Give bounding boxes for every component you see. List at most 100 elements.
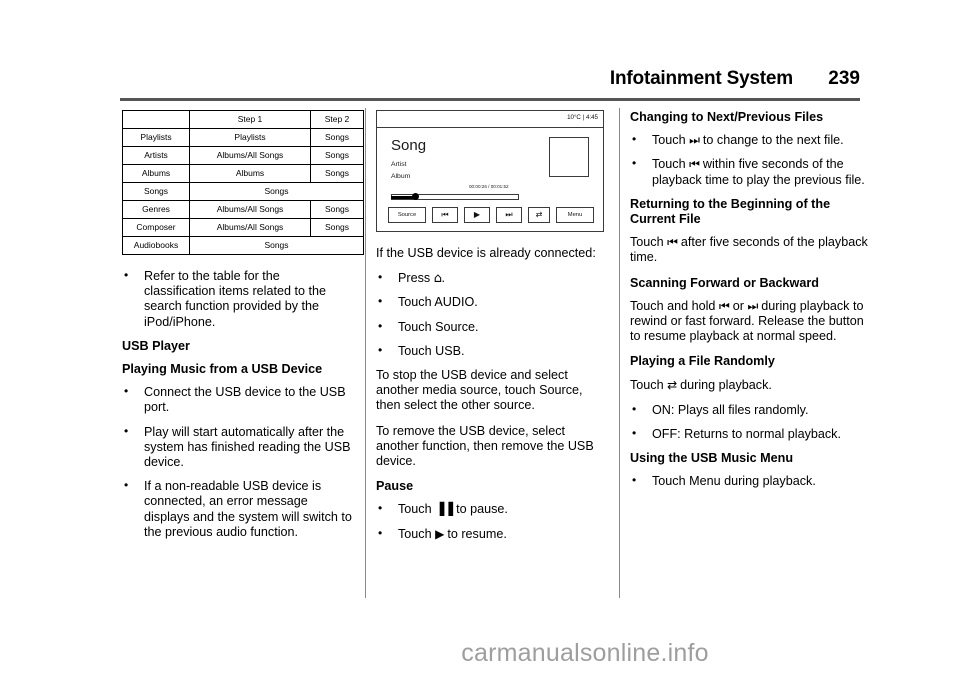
list-item: Touch AUDIO. (376, 294, 608, 310)
list-item: OFF: Returns to normal playback. (630, 426, 875, 442)
table-cell: Songs (310, 218, 364, 237)
table-row: Genres Albums/All Songs Songs (122, 200, 364, 219)
shuffle-icon: ⇄ (535, 210, 543, 219)
list-item-text-post: to pause. (452, 502, 508, 517)
display-button-row: Source ⏮ ▶ ⏭ ⇄ Menu (388, 207, 594, 223)
table-cell: Songs (310, 200, 364, 219)
album-art-placeholder (549, 137, 589, 177)
list-item: Refer to the table for the classificatio… (122, 268, 354, 330)
para-stop-usb: To stop the USB device and select anothe… (376, 368, 583, 413)
heading-changing-files: Changing to Next/Previous Files (630, 110, 824, 124)
display-playback-time: 00:00:26 / 00:01:52 (469, 184, 509, 189)
play-icon: ▶ (435, 526, 444, 541)
usb-playing-bullet-list: Connect the USB device to the USB port. … (122, 384, 354, 540)
table-cell: Songs (189, 182, 364, 201)
list-item: Play will start automatically after the … (122, 424, 354, 471)
next-icon: ⏭ (505, 210, 513, 219)
heading-returning-beginning: Returning to the Beginning of the Curren… (630, 196, 831, 227)
next-icon: ⏭ (689, 133, 700, 148)
list-item: Connect the USB device to the USB port. (122, 384, 354, 415)
column-divider-2 (619, 108, 620, 598)
heading-scanning: Scanning Forward or Backward (630, 275, 819, 290)
playback-progress-knob[interactable] (412, 193, 419, 200)
list-item: Touch ▐▐ to pause. (376, 501, 608, 517)
para-returning-beginning: Touch ⏮ after five seconds of the playba… (630, 235, 875, 265)
previous-icon: ⏮ (689, 157, 700, 172)
list-item: Touch ⏭ to change to the next file. (630, 132, 875, 148)
list-item-text-pre: Touch (398, 502, 436, 517)
random-options-bullet-list: ON: Plays all files randomly. OFF: Retur… (630, 402, 875, 442)
list-item: Touch ▶ to resume. (376, 526, 608, 542)
heading-playing-random: Playing a File Randomly (630, 354, 775, 369)
usb-music-menu-bullet-list: Touch Menu during playback. (630, 473, 875, 489)
list-item: Touch ⏮ within five seconds of the playb… (630, 156, 875, 187)
menu-button[interactable]: Menu (556, 207, 594, 223)
table-cell: Albums/All Songs (189, 146, 311, 165)
list-item-text-pre: Touch (652, 133, 690, 148)
pause-icon: ▐▐ (435, 502, 453, 517)
table-cell (122, 110, 190, 129)
play-icon: ▶ (473, 210, 481, 219)
table-cell: Songs (310, 164, 364, 183)
table-cell: Albums/All Songs (189, 200, 311, 219)
usb-already-connected-intro: If the USB device is already connected: (376, 246, 596, 260)
para-text-mid: or (729, 298, 748, 313)
heading-playing-music-usb: Playing Music from a USB Device (122, 362, 323, 377)
previous-icon: ⏮ (667, 235, 678, 250)
list-item: Press ⌂. (376, 270, 608, 286)
previous-icon: ⏮ (441, 210, 449, 219)
header-rule (120, 98, 860, 101)
table-cell: Songs (122, 182, 190, 201)
previous-button[interactable]: ⏮ (432, 207, 458, 223)
para-text-pre: Touch (630, 377, 668, 392)
table-cell: Genres (122, 200, 190, 219)
footer-watermark: carmanualsonline.info (461, 639, 709, 667)
table-cell: Step 2 (310, 110, 364, 129)
display-song-title: Song (391, 137, 427, 154)
page-title: Infotainment System (609, 68, 793, 89)
table-row: Playlists Playlists Songs (122, 128, 364, 147)
para-remove-usb: To remove the USB device, select another… (376, 423, 594, 469)
usb-connect-steps-list: Press ⌂. Touch AUDIO. Touch Source. Touc… (376, 270, 608, 359)
list-item-text-post: to change to the next file. (699, 133, 844, 148)
table-cell: Step 1 (189, 110, 311, 129)
para-scanning: Touch and hold ⏮ or ⏭ during playback to… (630, 299, 875, 345)
list-item-text-post: to resume. (443, 526, 507, 541)
table-cell: Songs (189, 236, 364, 255)
para-text-pre: Touch (630, 235, 668, 250)
page-header: Infotainment System 239 (120, 68, 860, 102)
play-button[interactable]: ▶ (464, 207, 490, 223)
para-text-post: during playback. (676, 377, 772, 392)
heading-pause: Pause (376, 479, 414, 494)
list-item: Touch Menu during playback. (630, 473, 875, 489)
playback-progress-fill (391, 195, 414, 199)
column-2: 10°C | 4:45 Song Artist Album 00:00:26 /… (376, 110, 608, 551)
next-button[interactable]: ⏭ (496, 207, 522, 223)
ipod-classification-table: Step 1 Step 2 Playlists Playlists Songs … (122, 110, 364, 255)
refer-bullet-list: Refer to the table for the classificatio… (122, 268, 354, 330)
para-text-pre: Touch and hold (630, 298, 719, 313)
table-cell: Songs (310, 146, 364, 165)
table-row: Artists Albums/All Songs Songs (122, 146, 364, 165)
heading-usb-player: USB Player (122, 338, 190, 353)
display-status-bar: 10°C | 4:45 (377, 111, 603, 128)
table-cell: Composer (122, 218, 190, 237)
table-row: Step 1 Step 2 (122, 110, 364, 129)
shuffle-icon: ⇄ (667, 377, 677, 392)
page-number: 239 (828, 68, 860, 89)
previous-icon: ⏮ (718, 298, 730, 313)
pause-bullet-list: Touch ▐▐ to pause. Touch ▶ to resume. (376, 501, 608, 542)
next-icon: ⏭ (747, 298, 758, 313)
shuffle-button[interactable]: ⇄ (528, 207, 550, 223)
table-row: Albums Albums Songs (122, 164, 364, 183)
list-item-text-pre: Touch (398, 526, 436, 541)
list-item-text-pre: Touch (652, 157, 690, 172)
changing-files-bullet-list: Touch ⏭ to change to the next file. Touc… (630, 132, 875, 188)
source-button[interactable]: Source (388, 207, 426, 223)
para-playing-random: Touch ⇄ during playback. (630, 378, 875, 393)
heading-usb-music-menu: Using the USB Music Menu (630, 451, 794, 466)
list-item: Touch USB. (376, 343, 608, 359)
column-3: Changing to Next/Previous Files Touch ⏭ … (630, 110, 875, 499)
column-1: Step 1 Step 2 Playlists Playlists Songs … (122, 110, 364, 549)
table-cell: Artists (122, 146, 190, 165)
